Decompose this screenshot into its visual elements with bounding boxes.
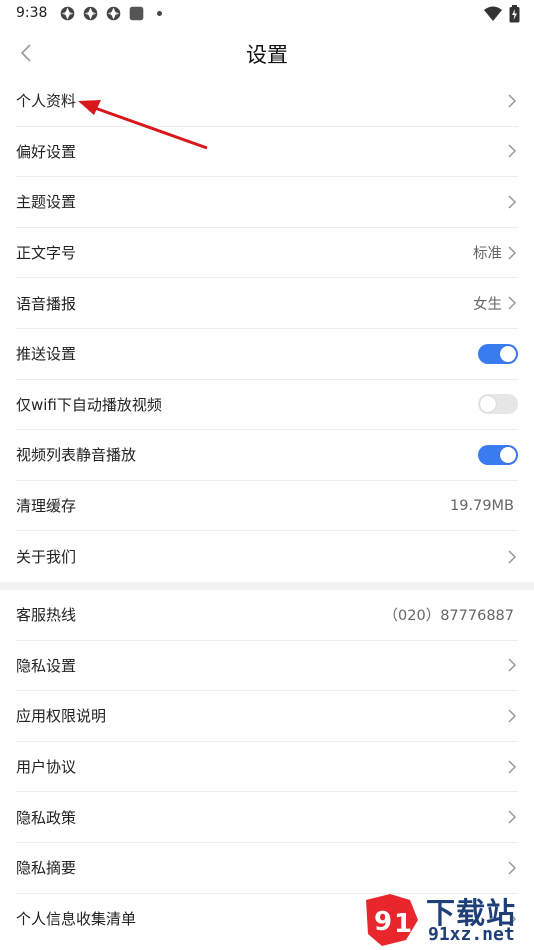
svg-text:9: 9 — [374, 907, 392, 937]
settings-row-label: 推送设置 — [16, 345, 77, 364]
settings-row[interactable]: 个人资料 — [16, 76, 518, 127]
settings-row-label: 偏好设置 — [16, 142, 77, 161]
settings-row-label: 视频列表静音播放 — [16, 446, 137, 465]
chevron-right-icon — [508, 195, 517, 209]
chevron-right-icon — [508, 246, 517, 260]
settings-row[interactable]: 语音播报 女生 — [16, 278, 518, 329]
header: 设置 — [0, 28, 534, 76]
settings-row-value: （020）87776887 — [383, 608, 514, 625]
settings-row[interactable]: 用户协议 — [16, 742, 518, 793]
toggle-knob — [500, 345, 516, 362]
toggle-knob — [500, 446, 516, 463]
settings-row[interactable]: 主题设置 — [16, 177, 518, 228]
watermark: 9 1 下载站 91xz.net — [360, 890, 530, 948]
status-icons-left — [59, 5, 162, 22]
status-bar: 9:38 — [0, 0, 534, 28]
settings-group-main: 个人资料偏好设置主题设置正文字号 标准语音播报 女生推送设置仅wifi下自动播放视频… — [0, 76, 534, 582]
toggle-switch[interactable] — [478, 343, 518, 364]
settings-row-label: 仅wifi下自动播放视频 — [16, 395, 162, 414]
chevron-right-icon — [508, 296, 517, 310]
settings-row[interactable]: 清理缓存 19.79MB — [16, 481, 518, 532]
91-logo-icon: 9 1 — [366, 894, 418, 946]
chevron-right-icon — [508, 810, 517, 824]
wifi-icon — [484, 6, 502, 21]
svg-text:1: 1 — [394, 909, 412, 939]
settings-row-label: 用户协议 — [16, 758, 77, 777]
watermark-url: 91xz.net — [428, 924, 515, 945]
settings-row-label: 关于我们 — [16, 548, 77, 567]
settings-row-label: 清理缓存 — [16, 497, 77, 516]
chevron-right-icon — [508, 861, 517, 875]
section-divider — [0, 582, 534, 590]
page-title: 设置 — [246, 43, 288, 67]
toggle-knob — [480, 396, 496, 413]
settings-row[interactable]: 应用权限说明 — [16, 691, 518, 742]
chevron-right-icon — [508, 144, 517, 158]
settings-row[interactable]: 偏好设置 — [16, 127, 518, 178]
settings-row-label: 隐私设置 — [16, 656, 77, 675]
settings-row[interactable]: 隐私设置 — [16, 641, 518, 692]
app-notification-icon — [83, 6, 98, 21]
settings-row[interactable]: 视频列表静音播放 — [16, 430, 518, 481]
settings-row-label: 主题设置 — [16, 193, 77, 212]
settings-row[interactable]: 仅wifi下自动播放视频 — [16, 380, 518, 431]
settings-row[interactable]: 隐私政策 — [16, 792, 518, 843]
settings-row-value: 19.79MB — [450, 497, 514, 514]
toggle-switch[interactable] — [478, 444, 518, 465]
settings-row[interactable]: 客服热线 （020）87776887 — [16, 590, 518, 641]
settings-row-label: 客服热线 — [16, 606, 77, 625]
settings-row[interactable]: 关于我们 — [16, 531, 518, 582]
chevron-right-icon — [508, 94, 517, 108]
settings-row[interactable]: 隐私摘要 — [16, 843, 518, 894]
app-notification-icon — [60, 6, 75, 21]
settings-row-label: 个人资料 — [16, 92, 77, 111]
settings-row-label: 语音播报 — [16, 294, 77, 313]
settings-row[interactable]: 推送设置 — [16, 329, 518, 380]
app-notification-icon — [106, 6, 121, 21]
settings-row-label: 隐私摘要 — [16, 859, 77, 878]
settings-row-label: 正文字号 — [16, 244, 77, 263]
chevron-right-icon — [508, 760, 517, 774]
toggle-switch[interactable] — [478, 394, 518, 415]
status-icons-right — [483, 5, 520, 23]
settings-row-label: 隐私政策 — [16, 808, 77, 827]
settings-row-label: 应用权限说明 — [16, 707, 107, 726]
square-app-icon — [129, 6, 144, 21]
dot-icon — [157, 11, 162, 16]
chevron-right-icon — [508, 709, 517, 723]
settings-row-value: 女生 — [473, 296, 502, 313]
settings-row[interactable]: 正文字号 标准 — [16, 228, 518, 279]
status-time: 9:38 — [16, 5, 48, 21]
settings-row-value: 标准 — [473, 246, 502, 263]
battery-icon — [509, 5, 520, 23]
chevron-right-icon — [508, 550, 517, 564]
chevron-right-icon — [508, 658, 517, 672]
